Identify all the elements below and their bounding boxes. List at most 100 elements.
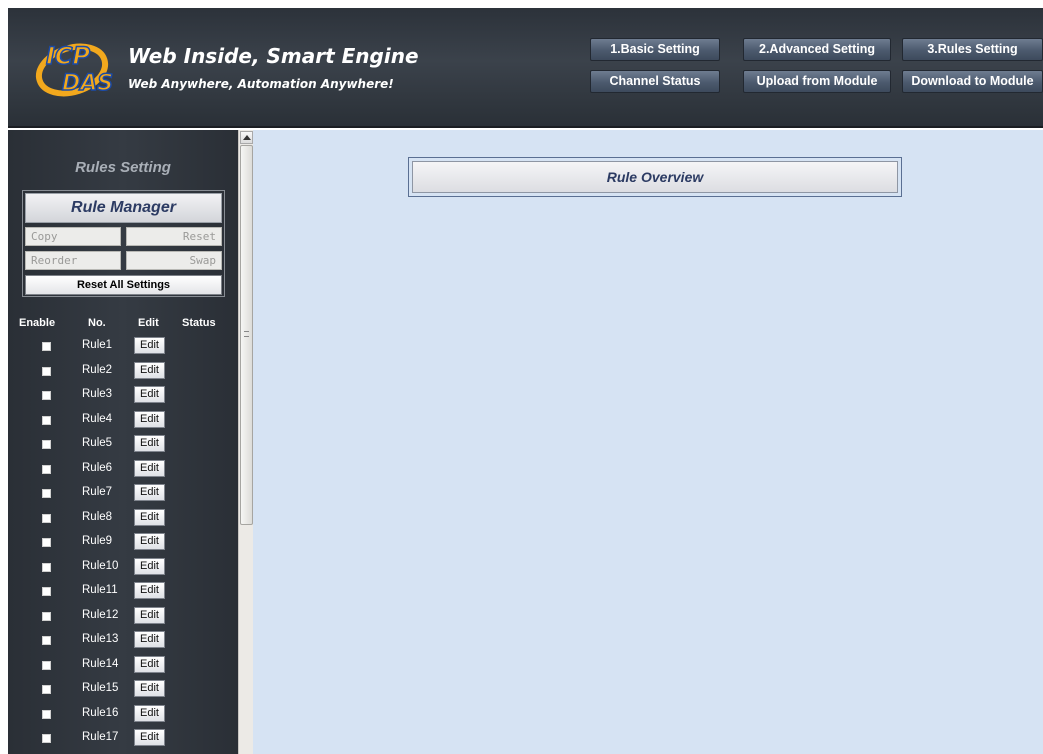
rule-name: Rule10 — [82, 559, 119, 572]
channel-status-button[interactable]: Channel Status — [590, 70, 720, 93]
rule-enable-checkbox[interactable] — [42, 709, 51, 719]
rule-edit-button[interactable]: Edit — [134, 533, 165, 550]
rule-row: Rule17 Edit — [8, 726, 238, 751]
svg-text:DAS: DAS — [62, 71, 113, 96]
reorder-button[interactable]: Reorder — [25, 251, 121, 270]
rule-manager-panel: Rule Manager Copy Reset Reorder Swap Res… — [22, 190, 225, 297]
basic-setting-button[interactable]: 1.Basic Setting — [590, 38, 720, 61]
rule-enable-checkbox[interactable] — [42, 366, 51, 376]
rule-row: Rule14 Edit — [8, 653, 238, 678]
rule-enable-checkbox[interactable] — [42, 538, 51, 547]
rule-enable-checkbox[interactable] — [42, 391, 51, 400]
rule-enable-checkbox[interactable] — [42, 685, 51, 694]
slogan-subtitle: Web Anywhere, Automation Anywhere! — [128, 77, 394, 91]
rule-row: Rule8 Edit — [8, 506, 238, 531]
rule-edit-button[interactable]: Edit — [134, 606, 165, 624]
rule-enable-checkbox[interactable] — [42, 342, 51, 351]
rule-manager-title: Rule Manager — [25, 193, 222, 223]
rule-row: Rule2 Edit — [8, 359, 238, 384]
rule-name: Rule1 — [82, 339, 113, 351]
slogan-title: Web Inside, Smart Engine — [128, 44, 419, 68]
rule-row: Rule10 Edit — [8, 555, 238, 580]
rule-name: Rule2 — [82, 363, 113, 376]
rule-enable-checkbox[interactable] — [42, 415, 51, 425]
rule-edit-button[interactable]: Edit — [134, 729, 165, 746]
main-content: Rule Overview — [253, 130, 1043, 754]
rule-name: Rule6 — [82, 461, 113, 474]
rule-edit-button[interactable]: Edit — [134, 435, 165, 452]
rule-row: Rule5 Edit — [8, 432, 238, 457]
scroll-thumb[interactable] — [240, 145, 253, 525]
rule-row: Rule9 Edit — [8, 530, 238, 555]
sidebar-title: Rules Setting — [75, 159, 171, 176]
rule-edit-button[interactable]: Edit — [134, 508, 165, 526]
rule-enable-checkbox[interactable] — [42, 562, 51, 572]
rule-enable-checkbox[interactable] — [42, 611, 51, 621]
rule-row: Rule15 Edit — [8, 677, 238, 702]
header-banner: ICP DAS Web Inside, Smart Engine Web Any… — [8, 8, 1043, 128]
scroll-up-arrow-icon[interactable] — [240, 131, 253, 144]
scroll-grip-icon — [244, 331, 249, 337]
rule-row: Rule12 Edit — [8, 604, 238, 629]
download-to-module-button[interactable]: Download to Module — [902, 70, 1043, 93]
rule-enable-checkbox[interactable] — [42, 734, 51, 743]
rule-enable-checkbox[interactable] — [42, 513, 51, 523]
rule-edit-button[interactable]: Edit — [134, 557, 165, 575]
rule-edit-button[interactable]: Edit — [134, 680, 165, 697]
rule-row: Rule16 Edit — [8, 702, 238, 727]
rule-edit-button[interactable]: Edit — [134, 361, 165, 379]
rule-edit-button[interactable]: Edit — [134, 631, 165, 648]
reset-all-settings-button[interactable]: Reset All Settings — [25, 275, 222, 295]
rule-name: Rule9 — [82, 535, 113, 547]
rule-name: Rule17 — [82, 731, 119, 743]
copy-button[interactable]: Copy — [25, 227, 121, 246]
rule-overview-panel: Rule Overview — [408, 157, 902, 197]
rule-row: Rule1 Edit — [8, 334, 238, 359]
rule-edit-button[interactable]: Edit — [134, 655, 165, 673]
sidebar: Rules Setting Rule Manager Copy Reset Re… — [8, 130, 238, 754]
rule-edit-button[interactable]: Edit — [134, 484, 165, 501]
column-header-no: No. — [88, 317, 106, 329]
rule-edit-button[interactable]: Edit — [134, 459, 165, 477]
sidebar-scrollbar[interactable] — [238, 130, 253, 754]
rule-list: Rule1 Edit Rule2 Edit Rule3 Edit Rule4 Edit … — [8, 334, 238, 751]
rule-enable-checkbox[interactable] — [42, 660, 51, 670]
rule-name: Rule15 — [82, 682, 119, 694]
rule-name: Rule3 — [82, 388, 113, 400]
rule-name: Rule5 — [82, 437, 113, 449]
rule-enable-checkbox[interactable] — [42, 440, 51, 449]
rule-enable-checkbox[interactable] — [42, 636, 51, 645]
swap-button[interactable]: Swap — [126, 251, 222, 270]
rule-edit-button[interactable]: Edit — [134, 704, 165, 722]
rule-edit-button[interactable]: Edit — [134, 337, 165, 354]
rule-edit-button[interactable]: Edit — [134, 582, 165, 599]
rule-name: Rule7 — [82, 486, 113, 498]
rule-name: Rule16 — [82, 706, 119, 719]
rule-name: Rule4 — [82, 412, 113, 425]
rule-name: Rule11 — [82, 584, 118, 596]
reset-button[interactable]: Reset — [126, 227, 222, 246]
rule-row: Rule6 Edit — [8, 457, 238, 482]
rule-edit-button[interactable]: Edit — [134, 386, 165, 403]
rule-name: Rule14 — [82, 657, 119, 670]
rule-enable-checkbox[interactable] — [42, 464, 51, 474]
advanced-setting-button[interactable]: 2.Advanced Setting — [743, 38, 891, 61]
column-header-status: Status — [182, 317, 216, 329]
rule-name: Rule8 — [82, 510, 113, 523]
column-header-enable: Enable — [19, 317, 56, 329]
rule-row: Rule13 Edit — [8, 628, 238, 653]
rule-row: Rule7 Edit — [8, 481, 238, 506]
svg-text:ICP: ICP — [46, 42, 91, 70]
rule-edit-button[interactable]: Edit — [134, 410, 165, 428]
rule-name: Rule12 — [82, 608, 119, 621]
rule-name: Rule13 — [82, 633, 119, 645]
rule-enable-checkbox[interactable] — [42, 489, 51, 498]
rule-row: Rule4 Edit — [8, 408, 238, 433]
rules-setting-button[interactable]: 3.Rules Setting — [902, 38, 1043, 61]
upload-from-module-button[interactable]: Upload from Module — [743, 70, 891, 93]
rule-row: Rule11 Edit — [8, 579, 238, 604]
rule-row: Rule3 Edit — [8, 383, 238, 408]
icpdas-logo: ICP DAS — [32, 32, 122, 104]
column-header-edit: Edit — [138, 317, 159, 329]
rule-enable-checkbox[interactable] — [42, 587, 51, 596]
